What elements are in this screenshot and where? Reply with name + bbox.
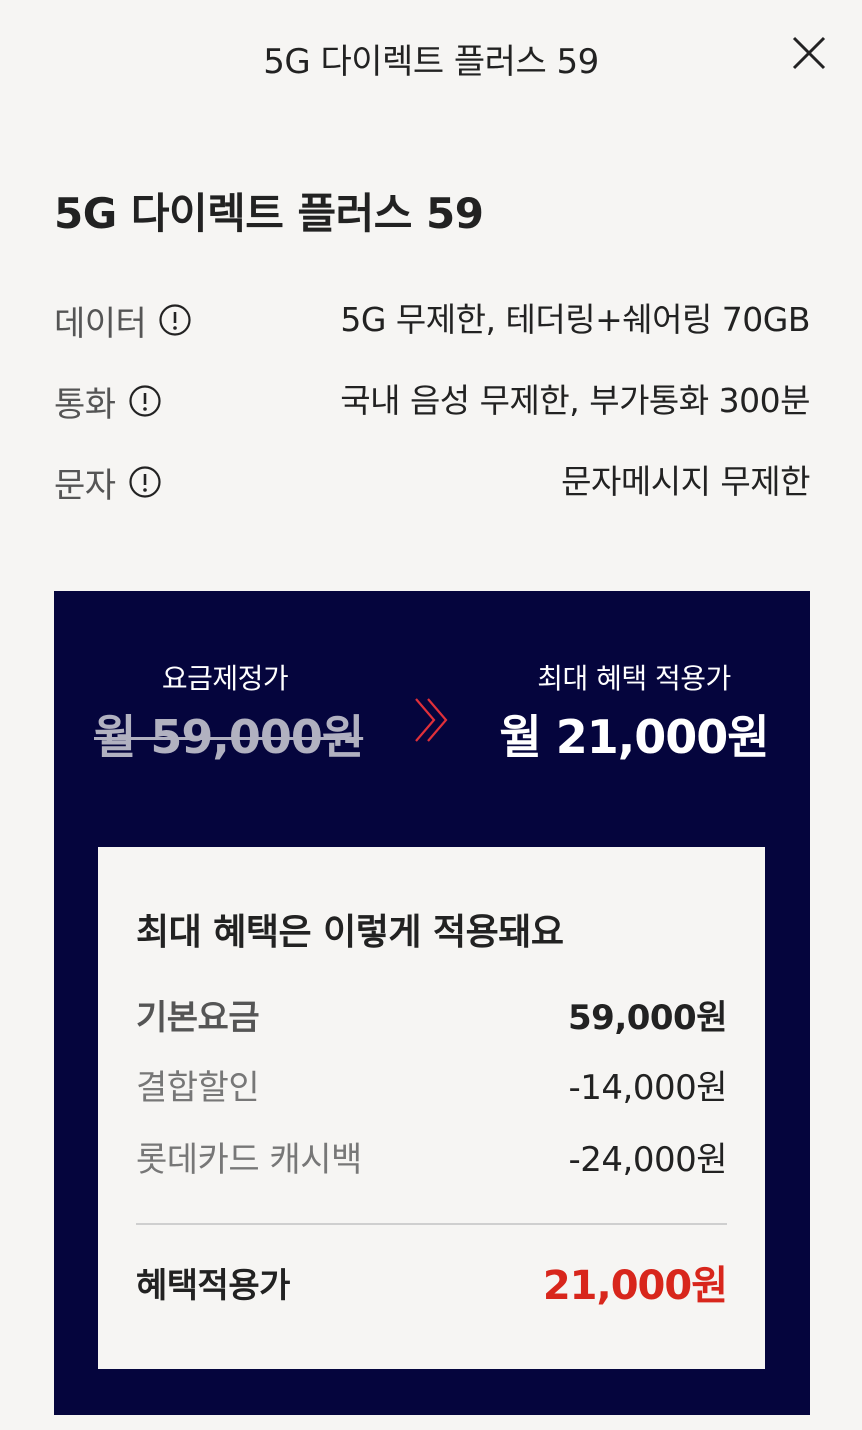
divider xyxy=(136,1223,727,1225)
spec-label-group: 데이터 xyxy=(54,295,192,345)
total-label: 혜택적용가 xyxy=(136,1266,290,1306)
line-item-bundle-discount: 결합할인 -14,000원 xyxy=(136,1063,727,1113)
spec-row-sms: 문자 문자메시지 무제한 xyxy=(54,457,810,507)
spec-label-group: 문자 xyxy=(54,457,162,507)
info-icon[interactable] xyxy=(158,303,192,337)
spec-value: 국내 음성 무제한, 부가통화 300분 xyxy=(340,381,810,420)
original-price-amount: 월 59,000원 xyxy=(94,710,364,764)
spec-value: 5G 무제한, 테더링+쉐어링 70GB xyxy=(340,300,810,339)
plan-name: 5G 다이렉트 플러스 59 xyxy=(54,189,484,238)
double-chevron-right-icon xyxy=(415,698,448,742)
price-panel: 요금제정가 월 59,000원 최대 혜택 적용가 월 21,000원 최대 혜… xyxy=(54,591,810,1415)
original-price-block: 요금제정가 월 59,000원 xyxy=(94,661,364,765)
benefit-price-caption: 최대 혜택 적용가 xyxy=(537,662,731,695)
spec-label-group: 통화 xyxy=(54,376,162,426)
info-icon[interactable] xyxy=(128,384,162,418)
line-item-value: -14,000원 xyxy=(568,1068,727,1108)
spec-label: 통화 xyxy=(54,384,116,425)
info-icon[interactable] xyxy=(128,465,162,499)
modal-header: 5G 다이렉트 플러스 59 xyxy=(0,0,862,118)
spec-value: 문자메시지 무제한 xyxy=(561,462,810,501)
modal-title: 5G 다이렉트 플러스 59 xyxy=(263,42,599,82)
line-item-value: 59,000원 xyxy=(568,998,727,1038)
spec-row-data: 데이터 5G 무제한, 테더링+쉐어링 70GB xyxy=(54,295,810,345)
line-item-label: 결합할인 xyxy=(136,1068,260,1108)
benefit-breakdown-title: 최대 혜택은 이렇게 적용돼요 xyxy=(136,912,564,953)
close-button[interactable] xyxy=(786,30,832,76)
line-item-base-fee: 기본요금 59,000원 xyxy=(136,993,727,1043)
total-value: 21,000원 xyxy=(542,1263,728,1309)
line-item-card-cashback: 롯데카드 캐시백 -24,000원 xyxy=(136,1135,727,1185)
original-price-caption: 요금제정가 xyxy=(161,662,289,695)
benefit-breakdown-card: 최대 혜택은 이렇게 적용돼요 기본요금 59,000원 결합할인 -14,00… xyxy=(98,847,765,1369)
spec-label: 문자 xyxy=(54,465,116,506)
line-item-value: -24,000원 xyxy=(568,1140,727,1180)
benefit-price-amount: 월 21,000원 xyxy=(499,710,769,764)
benefit-price-block: 최대 혜택 적용가 월 21,000원 xyxy=(498,661,770,765)
spec-row-call: 통화 국내 음성 무제한, 부가통화 300분 xyxy=(54,376,810,426)
line-item-label: 롯데카드 캐시백 xyxy=(136,1140,362,1180)
spec-label: 데이터 xyxy=(54,303,147,344)
close-icon xyxy=(792,36,826,70)
line-item-label: 기본요금 xyxy=(136,998,260,1038)
